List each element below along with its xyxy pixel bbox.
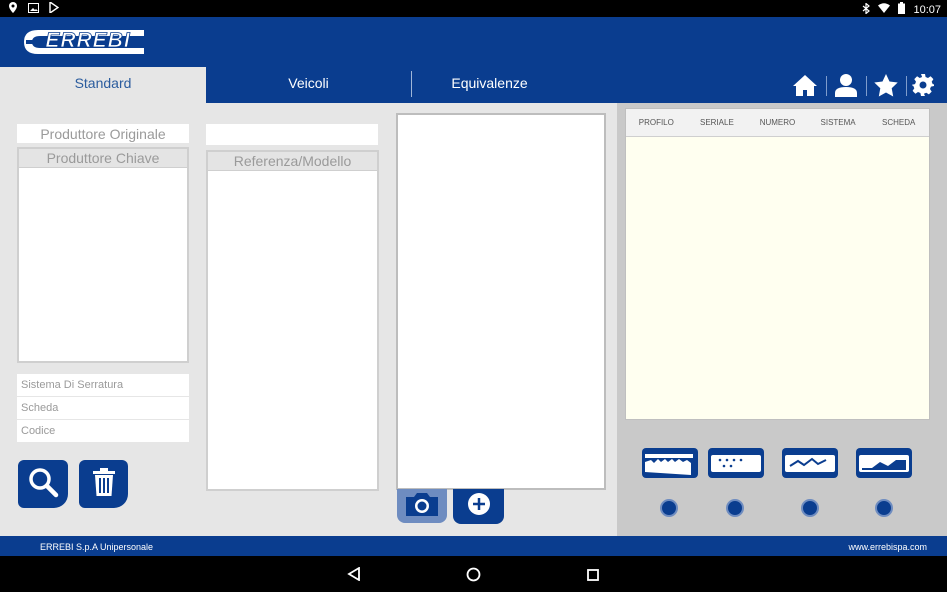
sistema-di-serratura-field[interactable]: Sistema Di Serratura — [17, 374, 189, 396]
camera-button[interactable] — [397, 489, 447, 523]
profile-filter-2[interactable] — [708, 448, 764, 478]
search-input[interactable] — [206, 124, 378, 145]
list-header: Referenza/Modello — [208, 152, 377, 171]
bluetooth-icon — [862, 1, 871, 17]
profile-filter-1[interactable] — [642, 448, 698, 478]
svg-text:ERREBI: ERREBI — [45, 29, 131, 52]
tab-veicoli[interactable]: Veicoli — [206, 67, 411, 103]
recents-icon[interactable] — [587, 568, 599, 586]
trash-icon — [92, 467, 115, 501]
tab-label: Equivalenze — [451, 75, 528, 91]
results-table[interactable]: PROFILO SERIALE NUMERO SISTEMA SCHEDA — [625, 108, 930, 420]
search-button[interactable] — [18, 460, 68, 508]
battery-icon — [898, 2, 906, 17]
profile-radio-3[interactable] — [801, 499, 819, 517]
laser-key-icon — [782, 455, 838, 482]
referenza-modello-list[interactable]: Referenza/Modello — [206, 150, 379, 491]
delete-button[interactable] — [79, 460, 128, 508]
key-profile-icon — [642, 454, 698, 482]
footer: ERREBI S.p.A Unipersonale www.errebispa.… — [0, 536, 947, 556]
home-nav-icon[interactable] — [466, 567, 481, 587]
back-icon[interactable] — [347, 566, 361, 586]
key-image-panel — [396, 113, 606, 490]
profile-filter-3[interactable] — [782, 448, 838, 478]
produttore-chiave-list[interactable]: Produttore Chiave — [17, 147, 189, 363]
gear-icon[interactable] — [910, 72, 936, 98]
column-header[interactable]: SISTEMA — [808, 109, 869, 136]
dimple-key-icon — [708, 455, 764, 482]
image-icon — [28, 2, 39, 16]
scheda-field[interactable]: Scheda — [17, 397, 189, 419]
profile-radio-1[interactable] — [660, 499, 678, 517]
profile-radio-4[interactable] — [875, 499, 893, 517]
location-icon — [8, 2, 18, 16]
icon-divider — [906, 76, 907, 96]
icon-divider — [866, 76, 867, 96]
home-icon[interactable] — [792, 72, 818, 98]
play-store-icon — [49, 0, 60, 16]
star-icon[interactable] — [873, 72, 899, 98]
tab-label: Veicoli — [288, 75, 329, 91]
list-header: Produttore Chiave — [19, 149, 187, 168]
profile-filter-4[interactable] — [856, 448, 912, 478]
tab-equivalenze[interactable]: Equivalenze — [412, 67, 567, 103]
status-bar: 10:07 — [0, 0, 947, 17]
track-key-icon — [856, 455, 912, 482]
wifi-icon — [878, 3, 891, 16]
camera-icon — [404, 492, 440, 521]
column-header[interactable]: SCHEDA — [868, 109, 929, 136]
errebi-logo: ERREBI — [22, 24, 152, 65]
tab-label: Standard — [74, 75, 132, 91]
add-button[interactable] — [453, 489, 504, 524]
search-icon — [27, 466, 59, 503]
table-header: PROFILO SERIALE NUMERO SISTEMA SCHEDA — [626, 109, 929, 137]
column-header[interactable]: NUMERO — [747, 109, 808, 136]
website-link[interactable]: www.errebispa.com — [848, 542, 927, 552]
column-header[interactable]: SERIALE — [687, 109, 748, 136]
icon-divider — [826, 76, 827, 96]
navigation-bar — [0, 556, 947, 592]
column-header[interactable]: PROFILO — [626, 109, 687, 136]
tab-standard[interactable]: Standard — [0, 67, 206, 103]
company-name: ERREBI S.p.A Unipersonale — [40, 542, 154, 552]
produttore-originale-field[interactable]: Produttore Originale — [17, 124, 189, 143]
codice-field[interactable]: Codice — [17, 420, 189, 442]
plus-circle-icon — [467, 492, 491, 521]
user-icon[interactable] — [833, 72, 859, 98]
profile-radio-2[interactable] — [726, 499, 744, 517]
clock-time: 10:07 — [913, 3, 941, 16]
